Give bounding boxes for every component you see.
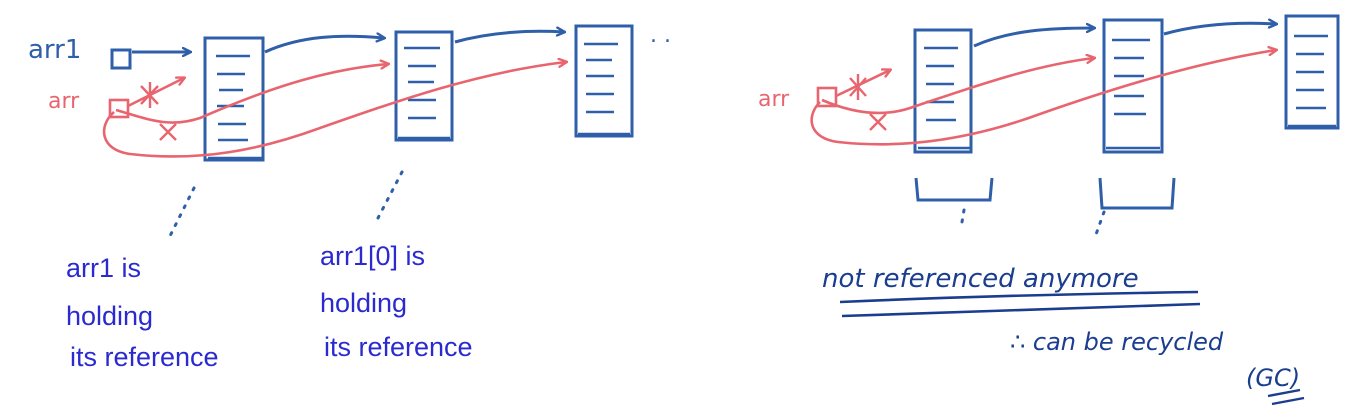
array4-to-array5-arrow: [973, 28, 1094, 48]
unreferenced-bracket-1: [914, 177, 994, 202]
gc-underline: [1267, 388, 1305, 406]
arr-to-array6-arrow: [810, 50, 1276, 146]
unreferenced-bracket-2: [1098, 177, 1176, 210]
array-block-5: [1102, 18, 1164, 154]
note-arr1-0-line1: arr1[0] is: [320, 241, 425, 271]
array5-to-array6-arrow: [1163, 23, 1276, 36]
more-arrays-ellipsis: . .: [650, 23, 671, 48]
can-be-recycled-note: ∴ can be recycled: [1010, 328, 1224, 356]
dotted-pointer-bracket-2: [1092, 210, 1106, 242]
array1-to-array2-arrow: [264, 36, 384, 54]
array-block-6: [1284, 14, 1340, 130]
cross-mark: [159, 123, 177, 141]
note-arr1-line1: arr1 is: [66, 253, 141, 283]
note-arr1-line2: holding: [66, 301, 153, 331]
dotted-pointer-middle: [376, 170, 404, 220]
underline-2: [841, 302, 1201, 318]
right-diagram: arr not referenced anymore ∴ can be recy…: [758, 14, 1340, 406]
arr-to-array5-arrow-crossed: [821, 58, 1094, 115]
cross-mark: [140, 82, 159, 108]
array-block-1: [203, 36, 265, 162]
not-referenced-note: not referenced anymore: [822, 264, 1139, 294]
note-arr1-0-line3: its reference: [324, 332, 473, 362]
dotted-pointer-left: [166, 186, 196, 242]
gc-note: (GC): [1246, 364, 1300, 392]
left-diagram: arr1 arr . . arr1 is holding its referen…: [28, 23, 671, 372]
cross-mark: [869, 113, 887, 131]
array-block-2: [394, 30, 454, 142]
arr-variable-label-right: arr: [758, 87, 790, 112]
arr-to-array3-arrow: [102, 62, 566, 158]
dotted-pointer-bracket-1: [960, 208, 966, 224]
array2-to-array3-arrow: [454, 31, 564, 44]
note-arr1-line3: its reference: [70, 342, 219, 372]
memory-reference-diagram: arr1 arr . . arr1 is holding its referen…: [28, 14, 1340, 406]
arr-variable-label: arr: [48, 89, 80, 114]
array-block-3: [574, 24, 634, 138]
note-arr1-0-line2: holding: [320, 288, 407, 318]
arr-to-array2-arrow-crossed: [115, 64, 388, 124]
arr1-variable-label: arr1: [28, 35, 81, 65]
arr1-reference-box: [110, 48, 132, 70]
